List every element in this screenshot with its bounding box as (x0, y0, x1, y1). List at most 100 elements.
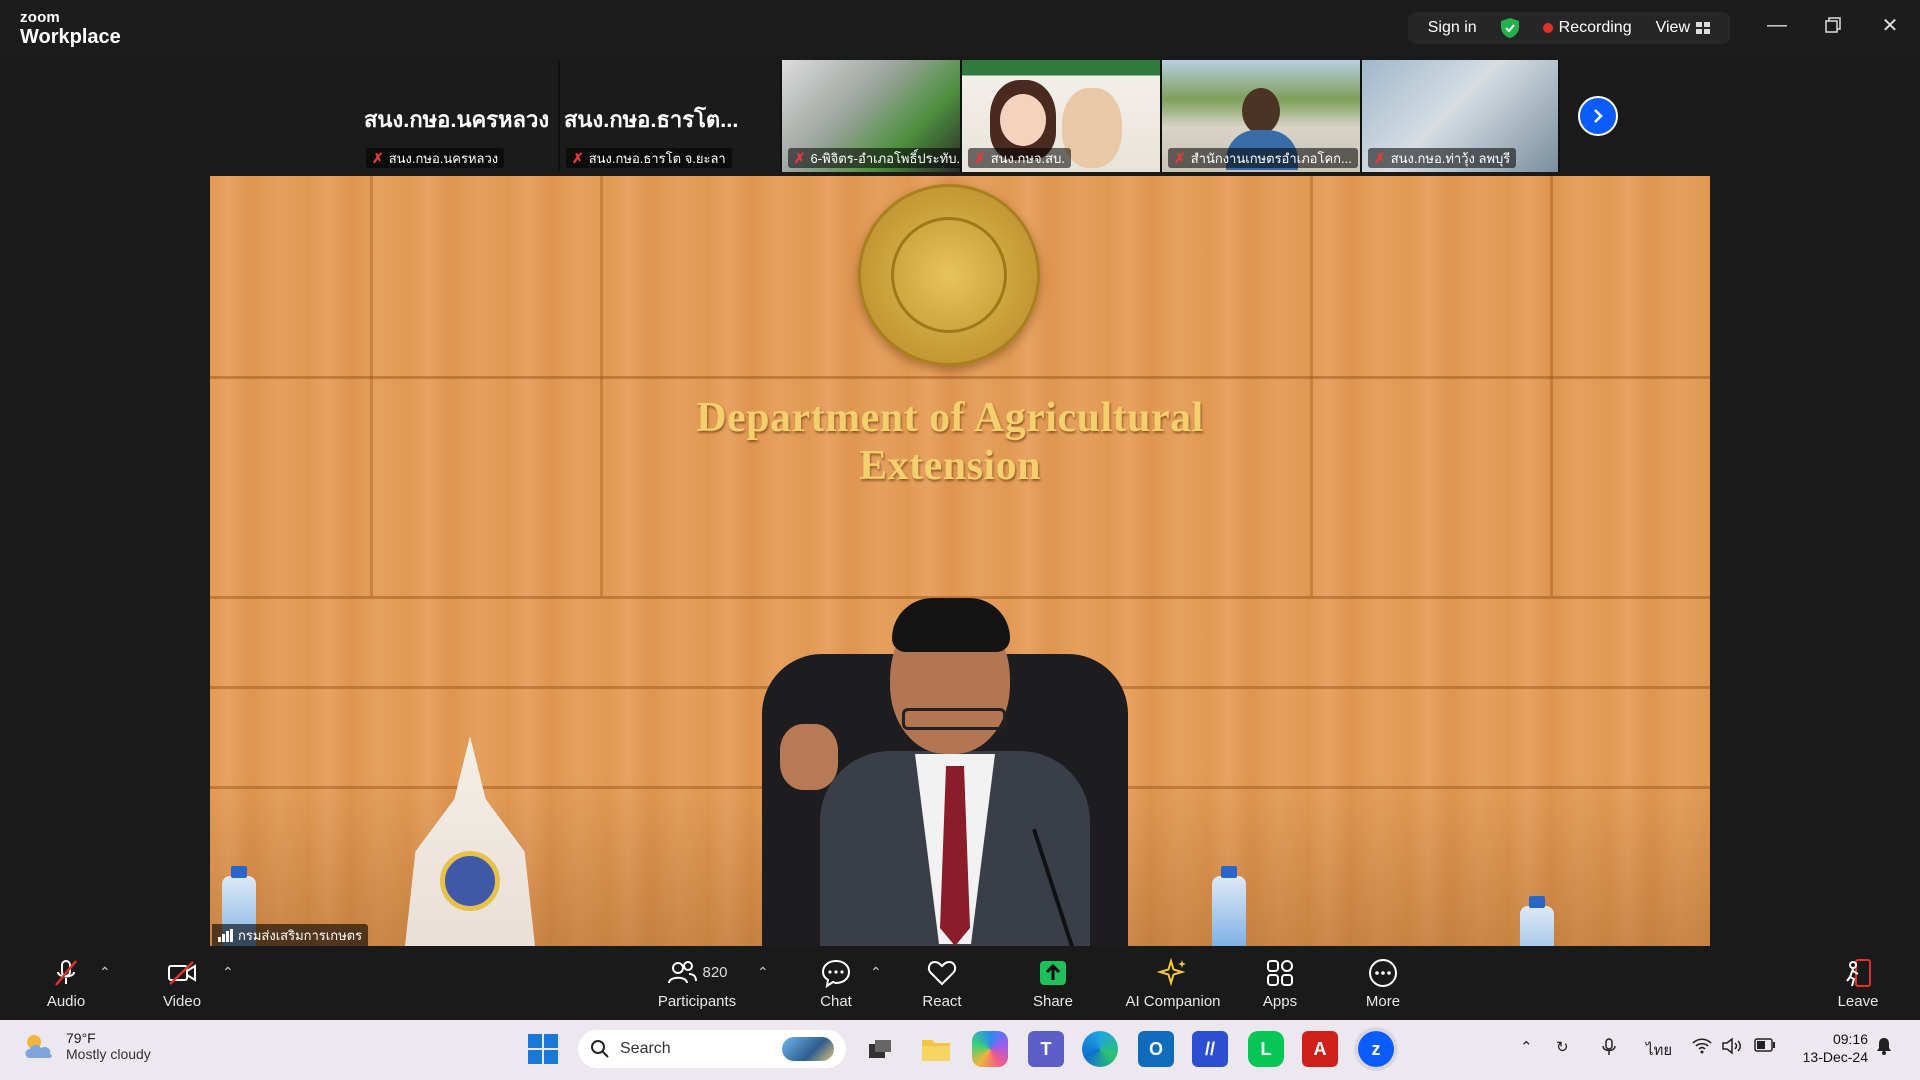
more-icon (1369, 958, 1397, 987)
chevron-right-icon (1594, 109, 1603, 123)
more-button[interactable]: More (1355, 946, 1411, 1020)
participant-name: สำนักงานเกษตรอำเภอโคก... (1190, 150, 1352, 166)
wall-panel-line (370, 176, 373, 596)
view-label: View (1655, 19, 1690, 36)
video-off-icon (168, 960, 196, 985)
outlook-icon[interactable]: O (1138, 1031, 1174, 1067)
cloudy-weather-icon (25, 1035, 52, 1058)
title-bar: zoom Workplace Sign in Recording View — … (0, 0, 1920, 56)
speaker-hair (892, 598, 1010, 652)
participant-thumbnail[interactable]: ✗ 6-พิจิตร-อำเภอโพธิ์ประทับ... (781, 60, 962, 172)
meeting-toolbar: Audio ⌃ Video ⌃ 820 Participants ⌃ Chat … (0, 946, 1920, 1020)
royal-emblem-icon (858, 184, 1040, 366)
react-button[interactable]: React (912, 946, 972, 1020)
weather-temperature: 79°F (66, 1030, 96, 1046)
participant-thumbnail[interactable]: ✗ สนง.กษจ.สบ. (961, 60, 1162, 172)
video-options-chevron-up-icon[interactable]: ⌃ (222, 964, 234, 981)
zoom-logo: zoom Workplace (20, 10, 121, 47)
microphone-icon[interactable] (1602, 1038, 1616, 1060)
water-bottle (1520, 896, 1554, 946)
mic-muted-icon: ✗ (973, 149, 986, 166)
participant-thumbnail[interactable]: สนง.กษอ.นครหลวง ✗ สนง.กษอ.นครหลวง (360, 60, 560, 172)
participant-label: ✗ สนง.กษอ.ธารโต จ.ยะลา (566, 148, 732, 168)
minimize-icon[interactable]: — (1766, 14, 1788, 36)
teams-icon[interactable]: T (1028, 1031, 1064, 1067)
input-language[interactable]: ไทย (1646, 1038, 1672, 1062)
search-highlight-icon (782, 1037, 834, 1061)
show-hidden-icons-chevron-up-icon[interactable]: ⌃ (1520, 1038, 1533, 1056)
sparkle-icon (1157, 956, 1186, 987)
clock-time: 09:16 (1832, 1031, 1868, 1047)
mic-muted-icon: ✗ (793, 149, 806, 166)
share-button[interactable]: Share (1022, 946, 1084, 1020)
participant-name: สนง.กษอ.นครหลวง (388, 150, 499, 166)
participant-display-name: สนง.กษอ.นครหลวง (364, 107, 550, 132)
participant-thumbnail[interactable]: ✗ สนง.กษอ.ท่าวุ้ง ลพบุรี (1361, 60, 1560, 172)
line-app-icon[interactable]: L (1248, 1031, 1284, 1067)
participant-thumbnail[interactable]: สนง.กษอ.ธารโต... ✗ สนง.กษอ.ธารโต จ.ยะลา (560, 60, 782, 172)
speaker-hand (780, 724, 838, 790)
task-view-icon[interactable] (862, 1031, 898, 1067)
product-name: Workplace (20, 26, 121, 48)
windows-taskbar: 79°F Mostly cloudy Search T O // L A z ⌃… (0, 1020, 1920, 1080)
participant-thumbnail[interactable]: ✗ สำนักงานเกษตรอำเภอโคก... (1161, 60, 1362, 172)
leave-button[interactable]: Leave (1830, 946, 1886, 1020)
brand-name: zoom (20, 9, 60, 26)
search-placeholder: Search (620, 1040, 671, 1057)
heart-icon (927, 960, 957, 985)
audio-label: Audio (46, 992, 86, 1010)
search-icon (591, 1040, 609, 1058)
react-label: React (922, 992, 962, 1010)
wall-panel-line (1550, 176, 1553, 596)
participant-name: สนง.กษอ.ธารโต จ.ยะลา (588, 150, 726, 166)
titlebar-actions: Sign in Recording View (1407, 12, 1730, 44)
chat-icon (821, 959, 851, 988)
volume-icon[interactable] (1722, 1037, 1742, 1058)
taskbar-clock[interactable]: 09:16 13-Dec-24 (1803, 1030, 1868, 1066)
sync-icon[interactable]: ↻ (1556, 1038, 1569, 1056)
recording-dot-icon (1542, 23, 1553, 33)
recording-label: Recording (1558, 19, 1632, 36)
chat-button[interactable]: Chat (806, 946, 866, 1020)
ai-companion-button[interactable]: AI Companion (1118, 946, 1228, 1020)
chat-options-chevron-up-icon[interactable]: ⌃ (870, 964, 882, 981)
edge-browser-icon[interactable] (1082, 1031, 1118, 1067)
wifi-icon[interactable] (1692, 1038, 1712, 1058)
file-explorer-icon[interactable] (918, 1031, 954, 1067)
leave-label: Leave (1837, 992, 1879, 1010)
apps-button[interactable]: Apps (1252, 946, 1308, 1020)
acrobat-reader-icon[interactable]: A (1302, 1031, 1338, 1067)
participants-options-chevron-up-icon[interactable]: ⌃ (757, 964, 769, 981)
close-icon[interactable]: ✕ (1879, 14, 1901, 37)
windows-start-icon[interactable] (528, 1034, 558, 1064)
battery-icon[interactable] (1754, 1038, 1776, 1056)
restore-icon[interactable] (1822, 14, 1844, 36)
leave-door-icon (1846, 958, 1871, 987)
audio-options-chevron-up-icon[interactable]: ⌃ (99, 964, 111, 981)
ai-app-icon[interactable]: // (1192, 1031, 1228, 1067)
participants-icon (668, 960, 698, 983)
sign-in-button[interactable]: Sign in (1428, 19, 1477, 37)
notification-bell-icon[interactable] (1876, 1037, 1892, 1059)
next-page-button[interactable] (1578, 96, 1618, 136)
zoom-app-icon[interactable]: z (1358, 1031, 1394, 1067)
audio-button[interactable]: Audio (40, 946, 92, 1020)
mic-muted-icon: ✗ (1373, 149, 1386, 166)
weather-widget[interactable]: 79°F Mostly cloudy (22, 1030, 151, 1062)
speaker-glasses (902, 708, 1006, 730)
video-button[interactable]: Video (156, 946, 208, 1020)
speaker-name: กรมส่งเสริมการเกษตร (238, 927, 363, 943)
taskbar-search-box[interactable]: Search (578, 1030, 846, 1068)
participant-label: ✗ สนง.กษจ.สบ. (967, 148, 1071, 168)
view-button[interactable]: View (1656, 19, 1710, 37)
chat-label: Chat (820, 992, 852, 1010)
participants-button[interactable]: 820 Participants (650, 946, 744, 1020)
participant-name: สนง.กษจ.สบ. (990, 150, 1065, 166)
recording-indicator[interactable]: Recording (1542, 19, 1632, 37)
security-shield-icon[interactable] (1500, 18, 1519, 38)
copilot-icon[interactable] (972, 1031, 1008, 1067)
speaker-name-tag: กรมส่งเสริมการเกษตร (212, 924, 369, 946)
royal-crest-icon (405, 736, 535, 946)
active-speaker-video[interactable]: Department of Agricultural Extension กรม… (210, 176, 1710, 946)
share-screen-icon (1040, 960, 1066, 985)
